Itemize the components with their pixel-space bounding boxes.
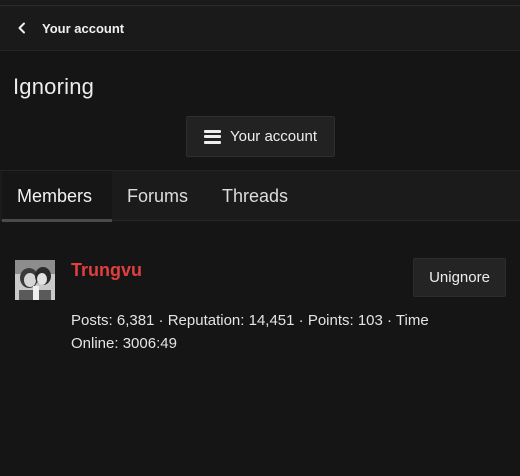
avatar[interactable] xyxy=(15,260,55,300)
page-title: Ignoring xyxy=(13,74,95,99)
unignore-button[interactable]: Unignore xyxy=(413,258,506,297)
member-stats-line: Online: 3006:49 xyxy=(71,335,177,352)
tab-forums[interactable]: Forums xyxy=(127,171,188,221)
ignore-tabs: Members Forums Threads xyxy=(0,170,520,222)
chevron-left-icon xyxy=(14,20,30,36)
account-menu-label: Your account xyxy=(229,128,317,145)
tab-label: Threads xyxy=(222,185,289,206)
account-menu-button[interactable]: Your account xyxy=(186,116,335,157)
member-username-link[interactable]: Trungvu xyxy=(71,260,142,281)
list-item: Trungvu Posts: 6,381 · Reputation: 14,45… xyxy=(0,250,520,360)
back-link-label: Your account xyxy=(42,20,125,36)
member-stats-line: Posts: 6,381 · Reputation: 14,451 · Poin… xyxy=(71,312,429,329)
tab-threads[interactable]: Threads xyxy=(222,171,288,221)
member-stats: Posts: 6,381 · Reputation: 14,451 · Poin… xyxy=(71,309,471,355)
back-to-account-link[interactable]: Your account xyxy=(0,6,520,51)
tab-label: Forums xyxy=(127,185,189,206)
tab-members[interactable]: Members xyxy=(2,171,112,222)
tab-label: Members xyxy=(17,185,93,206)
hamburger-icon xyxy=(203,129,221,144)
